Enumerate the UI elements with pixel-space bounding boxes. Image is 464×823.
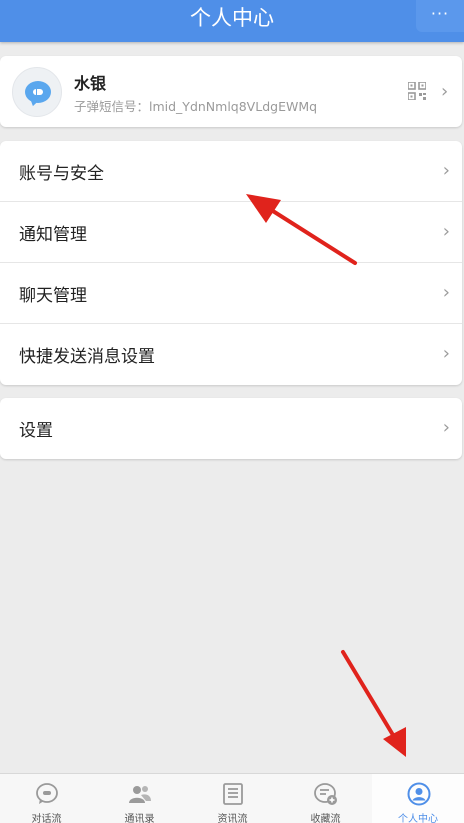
chat-bubble-icon (36, 783, 58, 804)
top-bar: 个人中心 ··· (0, 0, 464, 42)
nav-label: 收藏流 (310, 814, 341, 823)
nav-item-conversations[interactable]: 对话流 (0, 774, 93, 823)
profile-card[interactable]: 水银 子弹短信号：lmid_YdnNmlq8VLdgEWMq (0, 56, 462, 127)
menu-item-label: 账号与安全 (19, 164, 104, 184)
chevron-right-icon: › (442, 160, 450, 181)
qr-code-icon[interactable] (408, 82, 426, 100)
menu-group-account: 账号与安全 › 通知管理 › 聊天管理 › 快捷发送消息设置 › (0, 141, 462, 385)
contacts-icon (129, 786, 151, 803)
menu-item-settings[interactable]: 设置 › (0, 398, 462, 459)
nav-item-favorites[interactable]: 收藏流 (279, 774, 372, 823)
menu-item-chat-management[interactable]: 聊天管理 › (0, 263, 462, 324)
chevron-right-icon: › (442, 282, 450, 303)
menu-item-label: 聊天管理 (19, 286, 87, 306)
menu-item-quick-send-settings[interactable]: 快捷发送消息设置 › (0, 324, 462, 385)
menu-item-account-security[interactable]: 账号与安全 › (0, 141, 462, 202)
chevron-right-icon: › (442, 417, 450, 438)
nav-label: 资讯流 (217, 814, 248, 823)
bottom-nav: 对话流 通讯录 资讯流 收藏流 个人中心 (0, 773, 464, 823)
profile-name: 水银 (74, 74, 107, 93)
menu-item-label: 通知管理 (19, 225, 87, 245)
news-icon (223, 783, 243, 805)
chat-bubble-icon (25, 81, 51, 103)
menu-item-label: 快捷发送消息设置 (19, 347, 155, 367)
page-title: 个人中心 (190, 6, 274, 30)
chevron-right-icon: › (442, 343, 450, 364)
more-button[interactable]: ··· (416, 0, 464, 32)
nav-item-profile[interactable]: 个人中心 (372, 774, 464, 823)
nav-item-news[interactable]: 资讯流 (186, 774, 279, 823)
menu-item-notifications[interactable]: 通知管理 › (0, 202, 462, 263)
nav-label: 个人中心 (398, 814, 438, 823)
nav-item-contacts[interactable]: 通讯录 (93, 774, 186, 823)
profile-icon (407, 782, 431, 806)
nav-label: 对话流 (31, 814, 62, 823)
annotation-arrow-nav (341, 650, 406, 757)
avatar (12, 67, 62, 117)
favorites-icon (314, 783, 337, 805)
chevron-right-icon: › (442, 221, 450, 242)
chevron-right-icon: › (441, 81, 449, 102)
profile-id: 子弹短信号：lmid_YdnNmlq8VLdgEWMq (74, 99, 318, 114)
menu-item-label: 设置 (19, 421, 53, 441)
menu-group-settings: 设置 › (0, 398, 462, 459)
nav-label: 通讯录 (124, 814, 155, 823)
